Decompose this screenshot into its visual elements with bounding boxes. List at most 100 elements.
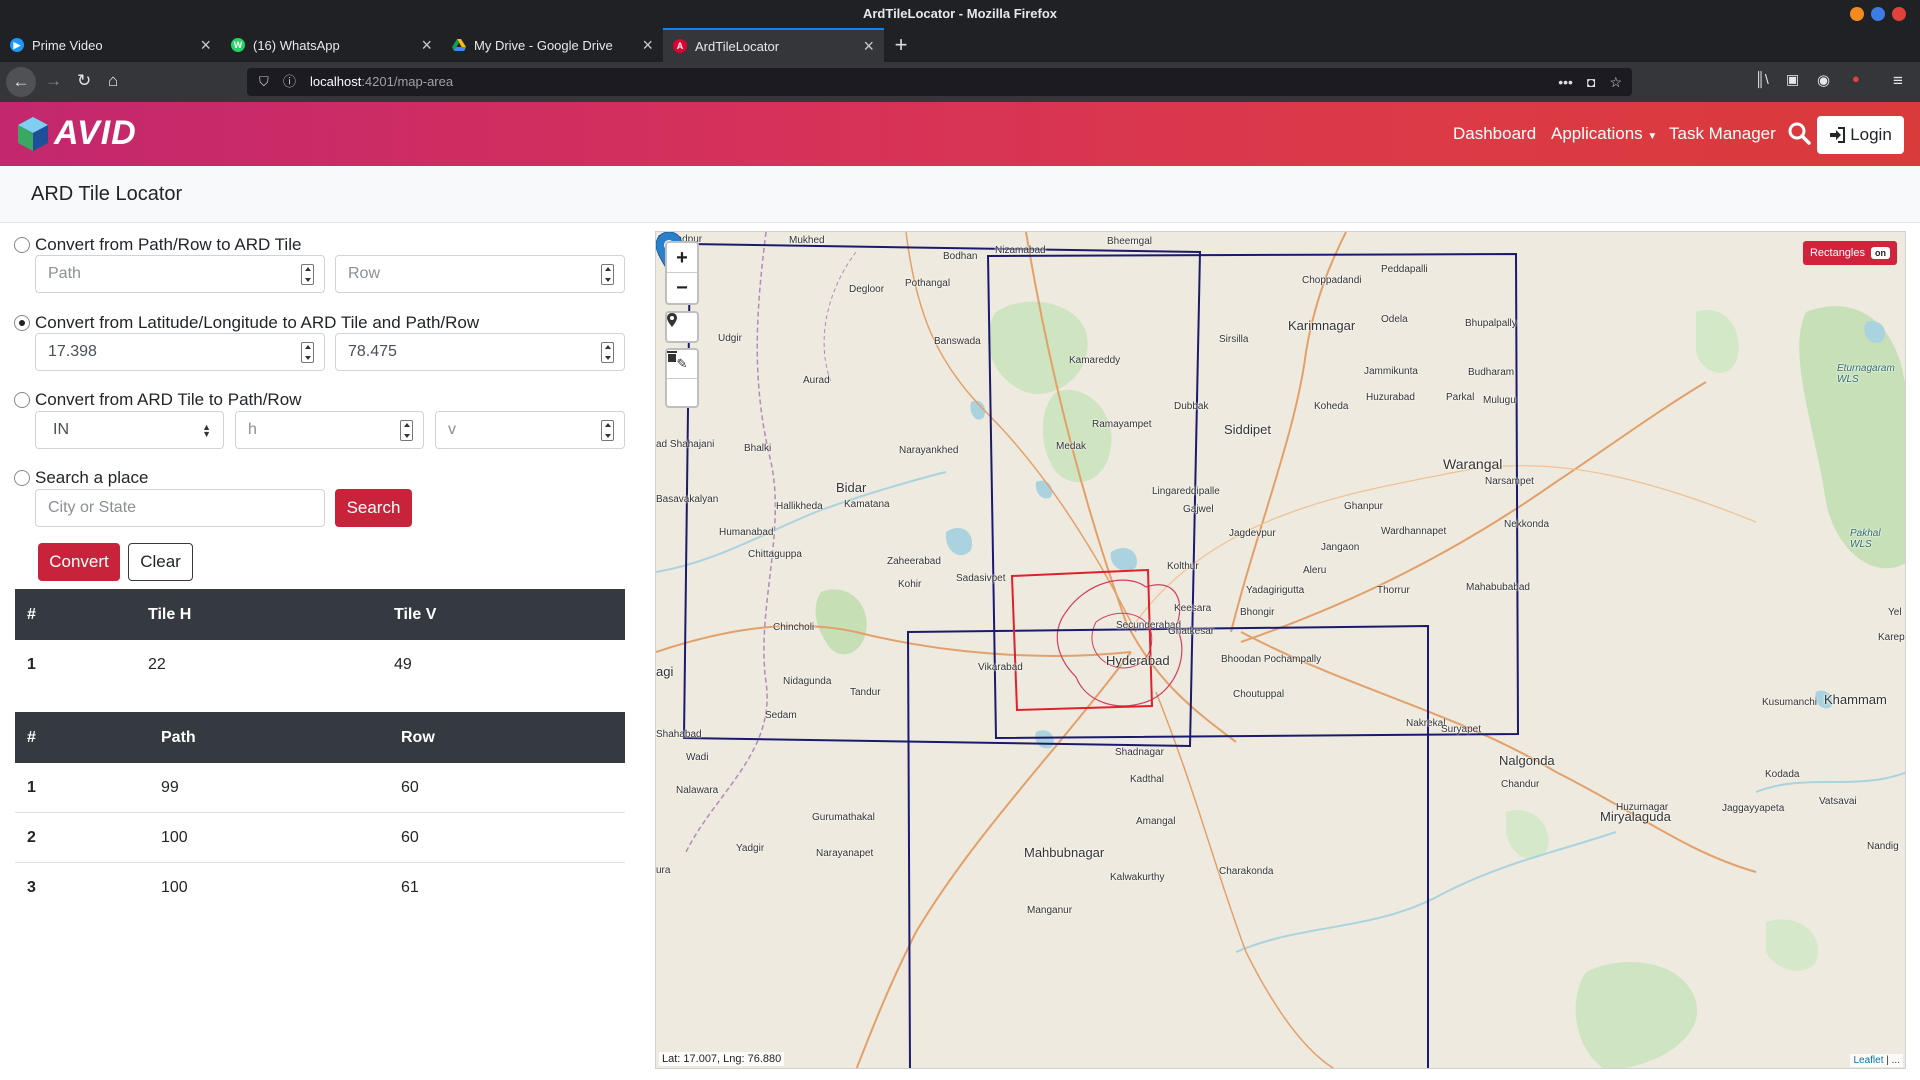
option-latlng-to-tile[interactable]: Convert from Latitude/Longitude to ARD T… bbox=[14, 313, 479, 333]
clear-button[interactable]: Clear bbox=[128, 543, 193, 581]
radio-latlng-to-tile[interactable] bbox=[14, 315, 30, 331]
stepper-icon[interactable] bbox=[301, 342, 314, 363]
stepper-icon[interactable] bbox=[601, 420, 614, 441]
window-maximize-button[interactable] bbox=[1871, 7, 1885, 21]
map-place-label: Kamatana bbox=[844, 499, 890, 510]
tab-ardtilelocator[interactable]: A ArdTileLocator × bbox=[663, 28, 884, 62]
map-place-label: Jagdevpur bbox=[1229, 528, 1276, 539]
extension-icon[interactable]: ● bbox=[1852, 71, 1860, 86]
convert-button[interactable]: Convert bbox=[38, 543, 120, 581]
info-icon[interactable]: ⓘ bbox=[283, 68, 296, 96]
home-icon[interactable]: ⌂ bbox=[108, 71, 118, 91]
stepper-icon[interactable] bbox=[301, 264, 314, 285]
map-place-label: Mukhed bbox=[789, 235, 825, 246]
delete-layers-button[interactable] bbox=[667, 351, 697, 406]
account-icon[interactable]: ◉ bbox=[1817, 71, 1830, 89]
tab-prime-video[interactable]: ▶ Prime Video × bbox=[0, 28, 221, 62]
map-place-label: Lingareddipalle bbox=[1152, 486, 1220, 497]
close-icon[interactable]: × bbox=[200, 35, 211, 56]
radio-pathrow-to-tile[interactable] bbox=[14, 237, 30, 253]
rectangles-toggle[interactable]: Rectangles on bbox=[1802, 241, 1897, 265]
window-minimize-button[interactable] bbox=[1850, 7, 1864, 21]
option-tile-to-pathrow[interactable]: Convert from ARD Tile to Path/Row bbox=[14, 390, 301, 410]
avid-logo[interactable]: AVID bbox=[18, 114, 137, 153]
leaflet-link[interactable]: Leaflet bbox=[1853, 1055, 1883, 1066]
nav-task-manager-link[interactable]: Task Manager bbox=[1669, 124, 1776, 144]
map-place-label: Kalwakurthy bbox=[1110, 872, 1165, 883]
close-icon[interactable]: × bbox=[642, 35, 653, 56]
column-header: Path bbox=[161, 729, 196, 746]
search-icon[interactable] bbox=[1787, 121, 1811, 145]
search-button[interactable]: Search bbox=[335, 489, 412, 527]
app-header: AVID Dashboard Applications ▼ Task Manag… bbox=[0, 102, 1920, 166]
library-icon[interactable]: ║\ bbox=[1755, 71, 1769, 87]
page-actions-icon[interactable]: ••• bbox=[1558, 68, 1573, 96]
region-select[interactable]: IN ▲ ▼ bbox=[35, 411, 224, 449]
url-bar[interactable]: ⛉ ⓘ localhost:4201/map-area ••• ◘ ☆ bbox=[247, 68, 1632, 96]
map-place-label: Mulugu bbox=[1483, 395, 1516, 406]
stepper-icon[interactable] bbox=[400, 420, 413, 441]
option-search-place[interactable]: Search a place bbox=[14, 468, 148, 488]
stepper-icon[interactable] bbox=[601, 264, 614, 285]
window-title-bar: ArdTileLocator - Mozilla Firefox bbox=[0, 0, 1920, 28]
pocket-icon[interactable]: ◘ bbox=[1587, 68, 1595, 96]
tab-google-drive[interactable]: My Drive - Google Drive × bbox=[442, 28, 663, 62]
map-place-label: Kolthur bbox=[1167, 561, 1199, 572]
url-path: :4201/map-area bbox=[361, 74, 454, 89]
radio-search-place[interactable] bbox=[14, 470, 30, 486]
draw-marker-button[interactable] bbox=[667, 313, 697, 341]
path-value: 99 bbox=[161, 779, 179, 796]
latitude-value: 17.398 bbox=[48, 343, 97, 360]
close-icon[interactable]: × bbox=[421, 35, 432, 56]
menu-icon[interactable]: ≡ bbox=[1893, 71, 1903, 91]
forward-arrow-icon[interactable]: → bbox=[45, 71, 62, 91]
map-place-label: Chittaguppa bbox=[748, 549, 802, 560]
map-view[interactable]: Ahmadpur Mukhed Bodhan Nizamabad Bheemga… bbox=[655, 231, 1906, 1069]
map-place-label: Narayankhed bbox=[899, 445, 959, 456]
map-place-label: Shahabad bbox=[656, 729, 702, 740]
map-place-label: Ghanpur bbox=[1344, 501, 1383, 512]
option-pathrow-to-tile[interactable]: Convert from Path/Row to ARD Tile bbox=[14, 235, 301, 255]
sidebar-icon[interactable]: ▣ bbox=[1786, 71, 1799, 88]
map-place-label: Jammikunta bbox=[1364, 366, 1418, 377]
row-index: 3 bbox=[27, 879, 36, 896]
v-input[interactable]: v bbox=[435, 411, 625, 449]
zoom-out-button[interactable]: − bbox=[667, 273, 697, 303]
map-place-label: Bhalki bbox=[744, 443, 772, 454]
tab-whatsapp[interactable]: W (16) WhatsApp × bbox=[221, 28, 442, 62]
map-place-label: Parkal bbox=[1446, 392, 1475, 403]
radio-tile-to-pathrow[interactable] bbox=[14, 392, 30, 408]
back-arrow-icon[interactable]: ← bbox=[6, 67, 36, 97]
tab-title: Prime Video bbox=[32, 37, 103, 53]
h-input[interactable]: h bbox=[235, 411, 424, 449]
longitude-input[interactable]: 78.475 bbox=[335, 333, 625, 371]
map-place-label: Charakonda bbox=[1219, 866, 1274, 877]
map-place-label: Jangaon bbox=[1321, 542, 1360, 553]
row-input[interactable]: Row bbox=[335, 255, 625, 293]
new-tab-button[interactable]: + bbox=[884, 28, 918, 62]
shield-icon[interactable]: ⛉ bbox=[259, 68, 269, 96]
logo-gem-icon bbox=[18, 116, 48, 151]
nav-applications-label: Applications bbox=[1551, 124, 1643, 143]
map-place-label: Degloor bbox=[849, 284, 885, 295]
map-place-label: Kodada bbox=[1765, 769, 1800, 780]
place-search-input[interactable]: City or State bbox=[35, 489, 325, 527]
map-place-label: Nizamabad bbox=[995, 245, 1046, 256]
reload-icon[interactable]: ↻ bbox=[77, 71, 91, 91]
latitude-input[interactable]: 17.398 bbox=[35, 333, 325, 371]
login-button[interactable]: Login bbox=[1817, 116, 1904, 154]
stepper-icon[interactable] bbox=[601, 342, 614, 363]
tab-title: ArdTileLocator bbox=[695, 38, 780, 54]
path-input[interactable]: Path bbox=[35, 255, 325, 293]
row-index: 1 bbox=[27, 779, 36, 796]
edit-layers-control: ✎ bbox=[665, 348, 699, 408]
close-icon[interactable]: × bbox=[863, 36, 874, 57]
nav-dashboard-link[interactable]: Dashboard bbox=[1453, 124, 1536, 144]
bookmark-star-icon[interactable]: ☆ bbox=[1609, 68, 1622, 96]
window-close-button[interactable] bbox=[1892, 7, 1906, 21]
tab-title: My Drive - Google Drive bbox=[474, 37, 613, 53]
nav-applications-dropdown[interactable]: Applications ▼ bbox=[1551, 124, 1657, 144]
zoom-in-button[interactable]: + bbox=[667, 243, 697, 273]
map-place-label: Choppadandi bbox=[1302, 275, 1362, 286]
map-place-label: Pothangal bbox=[905, 278, 951, 289]
